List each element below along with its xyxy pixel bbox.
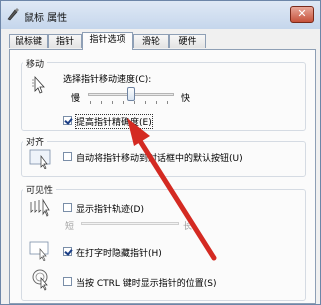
trails-checkbox[interactable] — [63, 203, 72, 212]
slider-tick — [167, 101, 168, 104]
precision-checkbox[interactable] — [63, 116, 72, 125]
trails-label[interactable]: 显示指针轨迹(D) — [76, 202, 144, 215]
fast-label: 快 — [181, 94, 191, 104]
trails-short-label: 短 — [65, 222, 75, 232]
trails-long-label: 长 — [183, 222, 193, 232]
tab-pointer-options[interactable]: 指针选项 — [82, 32, 133, 50]
title-bar[interactable]: 鼠标 属性 ✕ — [1, 1, 320, 29]
speed-slider-thumb[interactable] — [127, 87, 135, 101]
slider-tick — [123, 101, 124, 104]
ctrl-locate-checkbox[interactable] — [63, 277, 72, 286]
slider-tick — [134, 101, 135, 104]
hide-while-typing-checkbox[interactable] — [63, 247, 72, 256]
tab-wheel[interactable]: 滑轮 — [133, 34, 169, 48]
tab-buttons[interactable]: 鼠标键 — [9, 34, 48, 48]
motion-group-title: 移动 — [23, 57, 48, 70]
hide-pointer-icon — [29, 241, 49, 261]
slider-tick — [145, 101, 146, 104]
slider-tick — [156, 101, 157, 104]
mouse-properties-window: 鼠标 属性 ✕ 鼠标键 指针 指针选项 滑轮 硬件 移动 选择指针移动速度(C)… — [0, 0, 321, 305]
ctrl-locate-icon — [32, 269, 48, 291]
slow-label: 慢 — [71, 94, 81, 104]
tab-pointers[interactable]: 指针 — [48, 34, 82, 48]
close-button[interactable]: ✕ — [290, 6, 314, 23]
hide-while-typing-label[interactable]: 在打字时隐藏指针(H) — [76, 246, 162, 259]
mouse-app-icon — [7, 8, 19, 21]
snap-to-icon — [29, 149, 51, 169]
trails-slider-track — [81, 222, 179, 225]
ctrl-locate-label[interactable]: 当按 CTRL 键时显示指针的位置(S) — [76, 276, 217, 289]
snap-to-label[interactable]: 自动将指针移动到对话框中的默认按钮(U) — [76, 151, 243, 164]
visibility-group-title: 可见性 — [23, 183, 57, 196]
speed-label: 选择指针移动速度(C): — [63, 75, 152, 85]
slider-tick — [101, 101, 102, 104]
pointer-speed-icon — [32, 75, 45, 94]
snap-to-checkbox[interactable] — [63, 152, 72, 161]
slider-tick — [112, 101, 113, 104]
window-title: 鼠标 属性 — [24, 13, 68, 24]
precision-label[interactable]: 提高指针精确度(E) — [75, 114, 153, 129]
pointer-trails-icon — [30, 198, 50, 217]
tab-hardware[interactable]: 硬件 — [169, 34, 206, 48]
slider-tick — [90, 101, 91, 104]
